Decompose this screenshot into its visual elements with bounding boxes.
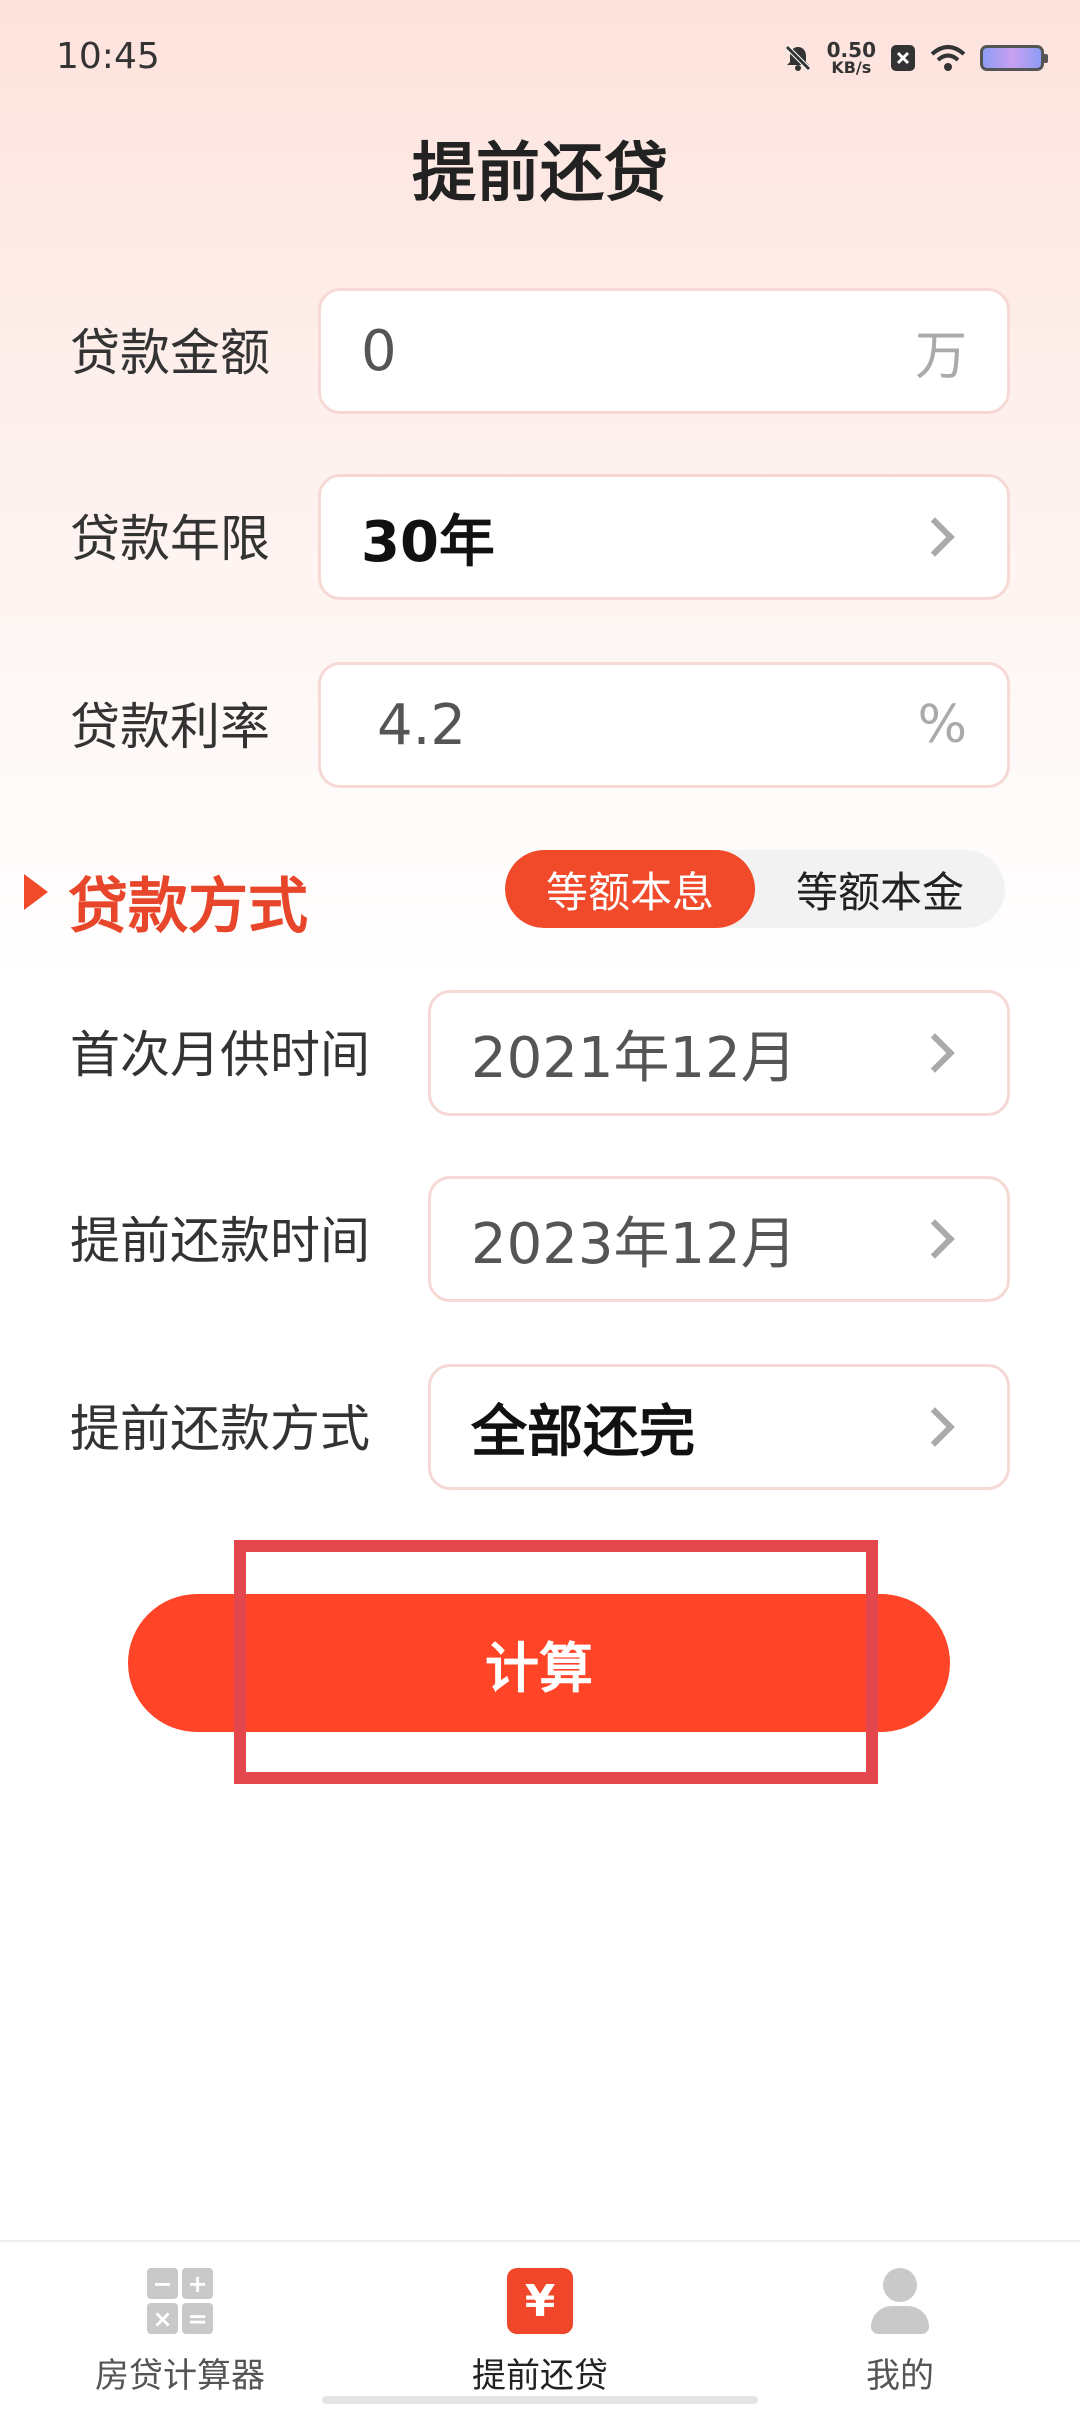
- close-notification-icon: [891, 45, 915, 71]
- nav-label: 我的: [866, 2356, 934, 2396]
- nav-item-prepay[interactable]: ¥ 提前还贷: [360, 2242, 720, 2410]
- loan-rate-value: 4.2: [377, 692, 467, 758]
- wifi-icon: [930, 45, 966, 71]
- first-payment-selector[interactable]: 2021年12月: [428, 990, 1010, 1116]
- loan-method-toggle[interactable]: 等额本息 等额本金: [505, 850, 1005, 928]
- loan-rate-unit: %: [917, 695, 967, 755]
- net-speed-value: 0.50: [826, 38, 876, 62]
- loan-amount-field[interactable]: 0 万: [318, 288, 1010, 414]
- nav-item-mortgage-calculator[interactable]: − + × = 房贷计算器: [0, 2242, 360, 2410]
- loan-amount-value: 0: [361, 318, 397, 384]
- loan-amount-label: 贷款金额: [70, 324, 270, 382]
- calculate-button[interactable]: 计算: [128, 1594, 950, 1732]
- prepay-method-label: 提前还款方式: [70, 1400, 370, 1458]
- loan-rate-field[interactable]: 4.2 %: [318, 662, 1010, 788]
- user-icon: [867, 2268, 933, 2334]
- prepay-method-selector[interactable]: 全部还完: [428, 1364, 1010, 1490]
- loan-amount-unit: 万: [914, 326, 967, 387]
- net-speed: 0.50 KB/s: [827, 40, 876, 76]
- method-option-equal-principal[interactable]: 等额本金: [755, 850, 1005, 928]
- battery-icon: [980, 45, 1048, 71]
- prepay-method-value: 全部还完: [471, 1399, 695, 1465]
- page-title: 提前还贷: [412, 137, 668, 211]
- loan-term-selector[interactable]: 30年: [318, 474, 1010, 600]
- first-payment-label: 首次月供时间: [70, 1026, 370, 1084]
- chevron-right-icon: [915, 1219, 955, 1259]
- nav-label: 提前还贷: [472, 2356, 608, 2396]
- loan-method-label: 贷款方式: [68, 872, 308, 942]
- section-marker-icon: [24, 874, 48, 910]
- net-speed-unit: KB/s: [831, 58, 872, 77]
- status-icons: 0.50 KB/s: [783, 40, 1048, 76]
- home-indicator[interactable]: [322, 2396, 758, 2404]
- loan-term-label: 贷款年限: [70, 510, 270, 568]
- prepay-time-value: 2023年12月: [471, 1211, 797, 1277]
- nav-item-mine[interactable]: 我的: [720, 2242, 1080, 2410]
- status-time: 10:45: [56, 36, 160, 77]
- bottom-nav: − + × = 房贷计算器 ¥ 提前还贷 我的: [0, 2240, 1080, 2410]
- chevron-right-icon: [915, 517, 955, 557]
- prepay-time-selector[interactable]: 2023年12月: [428, 1176, 1010, 1302]
- chevron-right-icon: [915, 1033, 955, 1073]
- first-payment-value: 2021年12月: [471, 1025, 797, 1091]
- loan-term-value: 30年: [361, 509, 495, 575]
- method-option-equal-installment[interactable]: 等额本息: [505, 850, 755, 928]
- mute-bell-icon: [784, 45, 811, 71]
- nav-label: 房贷计算器: [95, 2356, 265, 2396]
- prepay-time-label: 提前还款时间: [70, 1212, 370, 1270]
- chevron-right-icon: [915, 1407, 955, 1447]
- calculator-icon: − + × =: [147, 2268, 213, 2334]
- loan-rate-label: 贷款利率: [70, 698, 270, 756]
- yen-icon: ¥: [507, 2268, 573, 2334]
